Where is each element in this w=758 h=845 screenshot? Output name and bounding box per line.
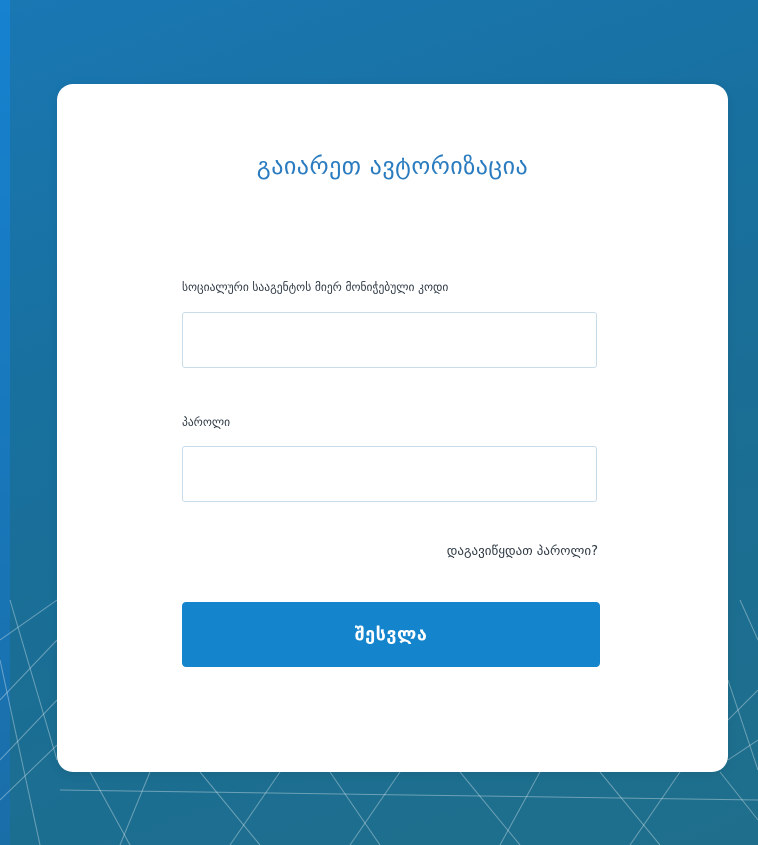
login-button[interactable]: შესვლა — [182, 602, 600, 667]
background-edge — [0, 0, 10, 845]
password-label: პაროლი — [182, 415, 231, 429]
page-title: გაიარეთ ავტორიზაცია — [256, 152, 529, 180]
code-label: სოციალური სააგენტოს მიერ მონიჭებული კოდი — [182, 280, 449, 294]
login-card: გაიარეთ ავტორიზაცია სოციალური სააგენტოს … — [57, 84, 728, 772]
forgot-password-link[interactable]: დაგავიწყდათ პაროლი? — [447, 544, 598, 559]
password-input[interactable] — [182, 446, 597, 502]
code-input[interactable] — [182, 312, 597, 368]
